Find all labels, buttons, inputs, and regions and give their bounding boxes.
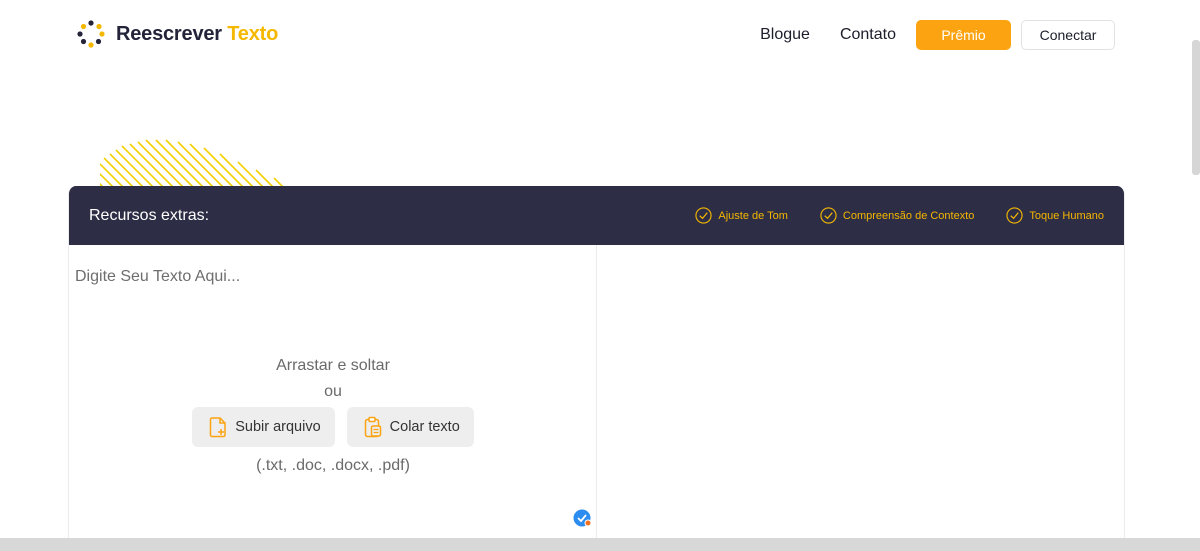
rewrite-panel: Recursos extras: Ajuste de Tom Compreens… xyxy=(68,186,1125,546)
dots-circle-logo-icon xyxy=(77,20,105,48)
paste-text-button[interactable]: Colar texto xyxy=(346,407,474,447)
upload-file-button[interactable]: Subir arquivo xyxy=(192,407,335,447)
features-bar-title: Recursos extras: xyxy=(89,206,210,224)
logo[interactable]: Reescrever Texto xyxy=(76,19,278,49)
drop-zone-buttons: Subir arquivo Colar texto xyxy=(69,407,597,447)
logo-text: Reescrever Texto xyxy=(116,23,278,46)
features-bar: Recursos extras: Ajuste de Tom Compreens… xyxy=(69,186,1124,245)
file-plus-icon xyxy=(209,417,226,438)
check-circle-icon xyxy=(820,207,837,224)
drag-drop-label: Arrastar e soltar xyxy=(276,357,390,374)
main-nav: Blogue Contato Prêmio Conectar xyxy=(760,20,1115,50)
feature-context-understanding: Compreensão de Contexto xyxy=(820,207,974,224)
check-circle-icon xyxy=(695,207,713,224)
supported-formats: (.txt, .doc, .docx, .pdf) xyxy=(256,457,410,474)
feature-tone-adjustment: Ajuste de Tom xyxy=(695,207,788,224)
output-text-area[interactable] xyxy=(597,245,1124,545)
feature-label: Toque Humano xyxy=(1029,209,1104,222)
logo-text-accent: Texto xyxy=(227,22,279,45)
clipboard-icon xyxy=(364,416,381,438)
drop-zone[interactable]: Arrastar e soltar ou Subir arquivo Colar… xyxy=(69,353,597,475)
nav-link-blog[interactable]: Blogue xyxy=(760,20,810,50)
logo-text-main: Reescrever xyxy=(116,22,222,45)
feature-label: Ajuste de Tom xyxy=(718,209,788,222)
check-circle-icon xyxy=(1006,207,1024,224)
upload-file-label: Subir arquivo xyxy=(235,419,321,435)
nav-link-contact[interactable]: Contato xyxy=(840,20,896,50)
input-placeholder: Digite Seu Texto Aqui... xyxy=(75,268,241,285)
premium-button[interactable]: Prêmio xyxy=(916,20,1011,50)
or-label: ou xyxy=(324,383,342,400)
input-text-area[interactable]: Digite Seu Texto Aqui... Arrastar e solt… xyxy=(69,245,597,545)
paste-text-label: Colar texto xyxy=(389,419,460,435)
decorative-stripes xyxy=(100,139,285,188)
editor-area: Digite Seu Texto Aqui... Arrastar e solt… xyxy=(69,245,1124,545)
header: Reescrever Texto Blogue Contato Prêmio C… xyxy=(0,0,1200,72)
verified-status-icon xyxy=(573,509,592,527)
feature-label: Compreensão de Contexto xyxy=(842,209,975,222)
page-scrollbar[interactable] xyxy=(1192,40,1200,175)
feature-human-touch: Toque Humano xyxy=(1006,207,1104,224)
bottom-strip xyxy=(0,538,1200,551)
connect-button[interactable]: Conectar xyxy=(1021,20,1115,50)
